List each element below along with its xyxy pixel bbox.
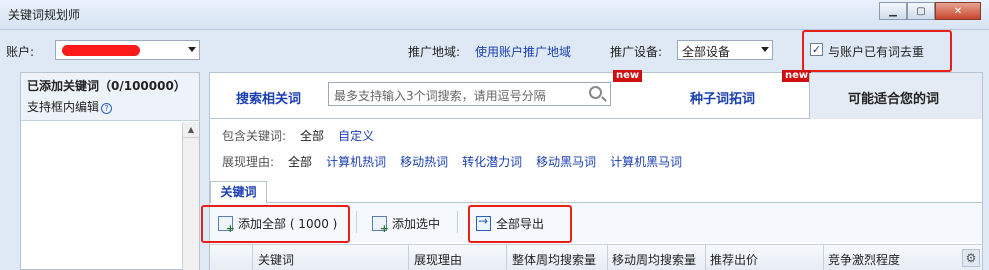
added-keywords-scrollbar[interactable]: ▲ [182, 122, 199, 270]
toolbar-separator [356, 211, 357, 233]
tab-may-suit-label: 可能适合您的词 [848, 92, 940, 107]
add-all-button[interactable]: 添加全部 ( 1000 ) [218, 215, 338, 235]
results-toolbar: 添加全部 ( 1000 ) 添加选中 全部导出 [201, 203, 982, 243]
contains-filter-row: 包含关键词: 全部 自定义 [222, 127, 374, 144]
edit-hint-row: 支持框内编辑? [27, 98, 193, 115]
reason-option-mobile-hot[interactable]: 移动热词 [400, 153, 448, 170]
region-link[interactable]: 使用账户推广地域 [475, 43, 571, 60]
col-overall-volume[interactable]: 整体周均搜索量 [512, 251, 596, 268]
reason-option-pc-darkhorse[interactable]: 计算机黑马词 [610, 153, 682, 170]
contains-label: 包含关键词: [222, 129, 287, 143]
tab-seed-expand-label: 种子词拓词 [690, 92, 756, 107]
device-select[interactable]: 全部设备 [677, 40, 773, 60]
device-select-value: 全部设备 [682, 45, 731, 59]
col-keyword[interactable]: 关键词 [258, 251, 294, 268]
account-label: 账户: [6, 45, 35, 59]
search-placeholder: 最多支持输入3个词搜索，请用逗号分隔 [334, 89, 546, 103]
reason-option-mobile-darkhorse[interactable]: 移动黑马词 [536, 153, 596, 170]
column-divider [506, 245, 507, 270]
added-keywords-panel: 已添加关键词（0/100000） 支持框内编辑? ▲ [20, 72, 200, 270]
filter-area: 包含关键词: 全部 自定义 展现理由: 全部 计算机热词 移动热词 转化潜力词 … [210, 123, 982, 179]
tab-search-related-label: 搜索相关词 [236, 92, 302, 107]
reason-label: 展现理由: [222, 155, 275, 169]
scroll-up-icon[interactable]: ▲ [183, 122, 199, 138]
added-keywords-title: 已添加关键词（0/100000） [27, 79, 186, 93]
column-divider [823, 245, 824, 270]
tab-bar: 搜索相关词 最多支持输入3个词搜索，请用逗号分隔 new 种子词拓词 new 可… [210, 70, 982, 119]
window-controls: ▁ ▢ ✕ [879, 2, 981, 20]
export-all-button[interactable]: 全部导出 [476, 214, 545, 232]
col-mobile-volume[interactable]: 移动周均搜索量 [612, 251, 696, 268]
export-icon [476, 214, 491, 231]
export-all-label: 全部导出 [496, 217, 545, 231]
help-icon[interactable]: ? [101, 103, 113, 114]
add-all-icon [218, 216, 235, 235]
add-selected-button[interactable]: 添加选中 [372, 215, 441, 235]
add-selected-icon [372, 216, 389, 235]
col-bid[interactable]: 推荐出价 [710, 251, 758, 268]
dedupe-checkbox[interactable]: ✓ [810, 43, 823, 56]
search-icon[interactable] [589, 86, 602, 99]
edit-hint-label: 支持框内编辑 [27, 100, 100, 114]
column-divider [607, 245, 608, 270]
reason-option-conversion[interactable]: 转化潜力词 [462, 153, 522, 170]
chevron-down-icon [188, 47, 196, 52]
gear-icon[interactable]: ⚙ [962, 249, 980, 267]
region-label: 推广地域: [408, 45, 461, 59]
table-header: 关键词 展现理由 整体周均搜索量 移动周均搜索量 推荐出价 竞争激烈程度 ⚙ [210, 244, 982, 270]
col-reason[interactable]: 展现理由 [414, 251, 462, 268]
close-button[interactable]: ✕ [935, 2, 981, 20]
title-bar: 关键词规划师 ▁ ▢ ✕ [0, 0, 989, 30]
tab-keywords[interactable]: 关键词 [210, 181, 267, 203]
account-select[interactable] [55, 40, 200, 60]
contains-option-custom[interactable]: 自定义 [338, 127, 374, 144]
top-options-row: 账户: 推广地域: 使用账户推广地域 推广设备: 全部设备 ✓ 与账户已有词去重 [0, 30, 989, 72]
add-selected-label: 添加选中 [392, 217, 441, 231]
column-divider [408, 245, 409, 270]
contains-option-all[interactable]: 全部 [300, 127, 324, 144]
redacted-account-name [62, 45, 140, 56]
keyword-planner-main: 搜索相关词 最多支持输入3个词搜索，请用逗号分隔 new 种子词拓词 new 可… [201, 70, 983, 270]
toolbar-separator [457, 211, 458, 233]
device-label: 推广设备: [610, 45, 663, 59]
search-input[interactable]: 最多支持输入3个词搜索，请用逗号分隔 [328, 82, 611, 106]
add-all-label: 添加全部 ( 1000 ) [238, 217, 338, 231]
tab-search-related[interactable]: 搜索相关词 [210, 73, 326, 119]
maximize-button[interactable]: ▢ [907, 2, 935, 20]
window-title: 关键词规划师 [8, 8, 81, 22]
reason-option-all[interactable]: 全部 [288, 153, 312, 170]
added-keywords-header: 已添加关键词（0/100000） 支持框内编辑? [21, 73, 199, 121]
chevron-down-icon [761, 47, 769, 52]
reason-filter-row: 展现理由: 全部 计算机热词 移动热词 转化潜力词 移动黑马词 计算机黑马词 [222, 153, 682, 170]
tab-seed-expand[interactable]: 种子词拓词 [614, 73, 809, 119]
column-divider [705, 245, 706, 270]
minimize-button[interactable]: ▁ [879, 2, 907, 20]
dedupe-label: 与账户已有词去重 [828, 45, 925, 59]
column-divider [252, 245, 253, 270]
new-badge-suggest: new [782, 70, 812, 82]
reason-option-pc-hot[interactable]: 计算机热词 [326, 153, 386, 170]
col-competition[interactable]: 竞争激烈程度 [828, 251, 900, 268]
tab-may-suit[interactable]: 可能适合您的词 [809, 73, 982, 119]
